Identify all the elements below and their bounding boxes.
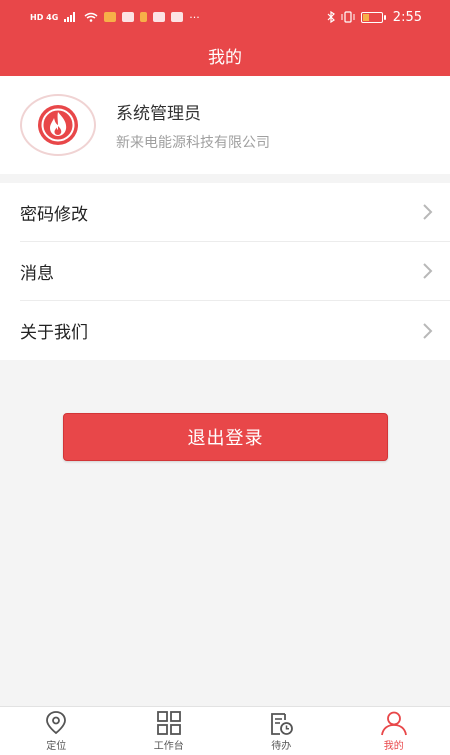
signal-icon (64, 12, 76, 22)
tab-todo[interactable]: 待办 (225, 707, 338, 755)
title-bar: 我的 (0, 34, 450, 76)
chevron-right-icon (423, 263, 433, 279)
clock: 2:55 (392, 9, 422, 25)
tab-mine[interactable]: 我的 (338, 707, 450, 755)
menu-item-label: 密码修改 (20, 204, 88, 225)
menu-item-label: 消息 (20, 263, 54, 284)
tab-location[interactable]: 定位 (0, 707, 113, 755)
company-name: 新来电能源科技有限公司 (116, 134, 270, 151)
menu-item-about-us[interactable]: 关于我们 (20, 301, 450, 360)
wifi-icon (84, 12, 98, 22)
profile-card: 系统管理员 新来电能源科技有限公司 (0, 76, 450, 174)
status-bar-right: 2:55 (327, 10, 422, 25)
avatar (20, 94, 96, 156)
settings-menu: 密码修改 消息 关于我们 (0, 183, 450, 360)
menu-item-label: 关于我们 (20, 323, 88, 343)
logout-button[interactable]: 退出登录 (63, 413, 388, 461)
status-bar: HD 4G ··· 2:55 (0, 0, 450, 34)
more-notifications-icon: ··· (189, 10, 200, 24)
flame-icon (38, 105, 78, 145)
todo-clock-icon (271, 713, 294, 735)
status-bar-left: HD 4G ··· (30, 11, 200, 24)
tab-label: 我的 (383, 741, 404, 752)
app-notification-icon (140, 12, 148, 22)
message-notification-icon (153, 12, 166, 22)
chat-notification-icon (171, 12, 184, 22)
battery-level (362, 13, 370, 21)
menu-item-change-password[interactable]: 密码修改 (20, 183, 450, 242)
bottom-tab-bar: 定位 工作台 待办 我的 (0, 706, 450, 755)
app-notification-icon (104, 12, 117, 22)
location-pin-icon (46, 711, 67, 735)
user-icon (380, 711, 407, 736)
user-name: 系统管理员 (116, 103, 201, 124)
grid-icon (156, 711, 181, 735)
chevron-right-icon (423, 204, 433, 220)
app-notification-icon (122, 12, 135, 22)
chevron-right-icon (423, 322, 433, 339)
profile-info: 系统管理员 新来电能源科技有限公司 (116, 99, 270, 152)
page-title: 我的 (208, 47, 242, 68)
menu-item-messages[interactable]: 消息 (20, 242, 450, 301)
network-indicator: HD 4G (30, 12, 59, 22)
vibrate-icon (341, 11, 355, 23)
tab-workbench[interactable]: 工作台 (113, 707, 226, 755)
tab-label: 定位 (46, 741, 67, 752)
tab-label: 工作台 (153, 741, 184, 752)
tab-label: 待办 (271, 741, 292, 752)
battery-icon (360, 11, 386, 23)
bluetooth-icon (327, 11, 335, 23)
